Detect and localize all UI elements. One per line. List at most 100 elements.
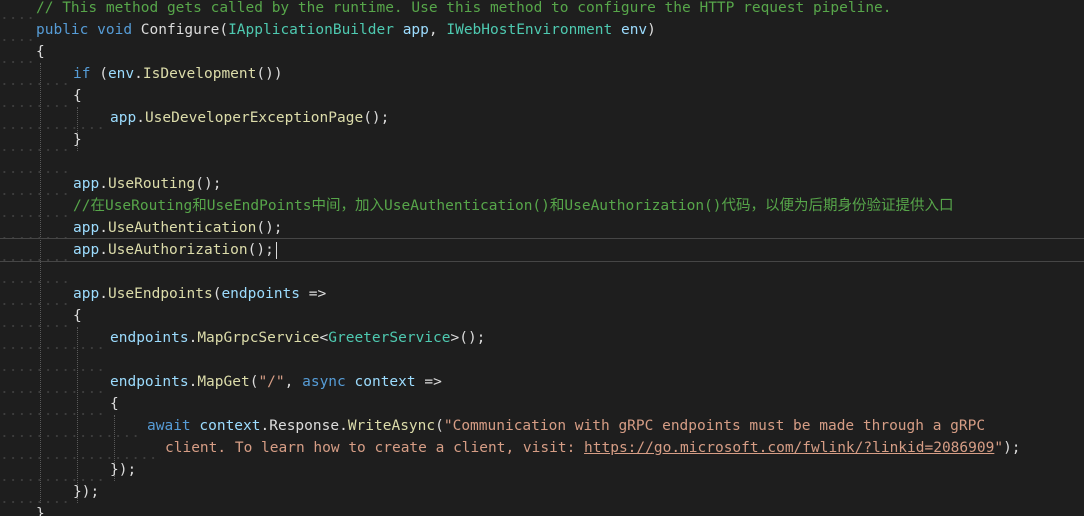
code-line[interactable]: //在UseRouting和UseEndPoints中间，加入UseAuthen… (0, 195, 1084, 217)
code-token: " (994, 440, 1004, 456)
code-content: client. To learn how to create a client,… (165, 437, 1021, 459)
code-token: . (134, 66, 143, 82)
whitespace-dots (0, 459, 106, 481)
code-line[interactable]: await context.Response.WriteAsync("Commu… (0, 415, 1084, 437)
code-content: await context.Response.WriteAsync("Commu… (147, 415, 985, 437)
code-token: //在UseRouting和UseEndPoints中间，加入UseAuthen… (73, 198, 954, 214)
code-token: . (188, 374, 198, 390)
code-token: "Communication with gRPC endpoints must … (443, 418, 986, 434)
code-content: { (73, 85, 82, 107)
code-content: } (73, 129, 82, 151)
code-link[interactable]: https://go.microsoft.com/fwlink/?linkid=… (584, 440, 994, 456)
code-token: if (73, 66, 91, 82)
code-token: } (73, 132, 82, 148)
code-line[interactable] (0, 349, 1084, 371)
code-token: async (302, 374, 346, 390)
code-token: (); (247, 242, 274, 258)
code-content: { (36, 41, 45, 63)
code-line[interactable] (0, 261, 1084, 283)
code-line[interactable]: app.UseDeveloperExceptionPage(); (0, 107, 1084, 129)
code-line[interactable]: { (0, 393, 1084, 415)
code-token: app (402, 22, 429, 38)
code-token: public (36, 22, 89, 38)
code-token: // This method gets called by the runtim… (36, 0, 892, 16)
whitespace-dots (0, 173, 69, 195)
whitespace-dots (0, 129, 69, 151)
code-token: => (300, 286, 327, 302)
code-token: context (354, 374, 416, 390)
code-token: . (99, 220, 108, 236)
code-line[interactable]: client. To learn how to create a client,… (0, 437, 1084, 459)
code-line[interactable]: app.UseAuthentication(); (0, 217, 1084, 239)
code-token: }); (73, 484, 100, 500)
code-token: client. To learn how to create a client,… (165, 440, 585, 456)
whitespace-dots (0, 217, 69, 239)
whitespace-dots (0, 261, 69, 283)
whitespace-dots (0, 437, 161, 459)
code-token: UseAuthentication (107, 220, 257, 236)
code-token: app (73, 286, 100, 302)
code-token: endpoints (110, 330, 189, 346)
whitespace-dots (0, 349, 106, 371)
code-line[interactable]: app.UseEndpoints(endpoints => (0, 283, 1084, 305)
code-content: //在UseRouting和UseEndPoints中间，加入UseAuthen… (73, 195, 954, 217)
code-line[interactable]: { (0, 41, 1084, 63)
code-token: ( (90, 66, 108, 82)
code-token: endpoints (110, 374, 189, 390)
code-line[interactable] (0, 151, 1084, 173)
code-token: app (73, 242, 100, 258)
code-token: await (147, 418, 191, 434)
code-line[interactable]: public void Configure(IApplicationBuilde… (0, 19, 1084, 41)
code-content: if (env.IsDevelopment()) (73, 63, 283, 85)
code-token: app (73, 220, 100, 236)
code-content: { (73, 305, 82, 327)
code-token: { (73, 88, 82, 104)
code-token: => (415, 374, 442, 390)
whitespace-dots (0, 503, 32, 516)
code-editor[interactable]: // This method gets called by the runtim… (0, 0, 1084, 516)
code-line[interactable]: }); (0, 481, 1084, 503)
whitespace-dots (0, 63, 69, 85)
code-token: UseEndpoints (107, 286, 213, 302)
code-line[interactable]: if (env.IsDevelopment()) (0, 63, 1084, 85)
code-token: context (199, 418, 261, 434)
code-line[interactable]: { (0, 305, 1084, 327)
code-content: endpoints.MapGrpcService<GreeterService>… (110, 327, 485, 349)
code-token: void (97, 22, 133, 38)
code-line[interactable]: app.UseRouting(); (0, 173, 1084, 195)
code-line[interactable]: }); (0, 459, 1084, 481)
code-token: , (284, 374, 303, 390)
code-line[interactable]: endpoints.MapGet("/", async context => (0, 371, 1084, 393)
code-content: } (36, 503, 45, 516)
code-token: UseRouting (107, 176, 196, 192)
code-line[interactable]: } (0, 129, 1084, 151)
code-content: app.UseRouting(); (73, 173, 221, 195)
whitespace-dots (0, 415, 143, 437)
code-token: MapGet (197, 374, 250, 390)
code-line[interactable]: // This method gets called by the runtim… (0, 0, 1084, 19)
code-token: MapGrpcService (197, 330, 320, 346)
code-content: app.UseAuthorization(); (73, 239, 277, 261)
code-line[interactable]: { (0, 85, 1084, 107)
code-token: . (136, 110, 145, 126)
code-line[interactable]: endpoints.MapGrpcService<GreeterService>… (0, 327, 1084, 349)
whitespace-dots (0, 481, 69, 503)
code-token: "/" (258, 374, 285, 390)
code-token: app (73, 176, 100, 192)
code-token: . (99, 286, 108, 302)
whitespace-dots (0, 85, 69, 107)
code-line[interactable]: } (0, 503, 1084, 516)
code-token: GreeterService (328, 330, 451, 346)
code-token: >(); (450, 330, 486, 346)
code-token: UseDeveloperExceptionPage (144, 110, 364, 126)
code-content: }); (73, 481, 99, 503)
code-line[interactable]: app.UseAuthorization(); (0, 238, 1084, 262)
code-content: app.UseDeveloperExceptionPage(); (110, 107, 389, 129)
code-token: { (73, 308, 82, 324)
code-token: .Response. (260, 418, 348, 434)
code-token: endpoints (221, 286, 301, 302)
code-content: { (110, 393, 119, 415)
whitespace-dots (0, 305, 69, 327)
